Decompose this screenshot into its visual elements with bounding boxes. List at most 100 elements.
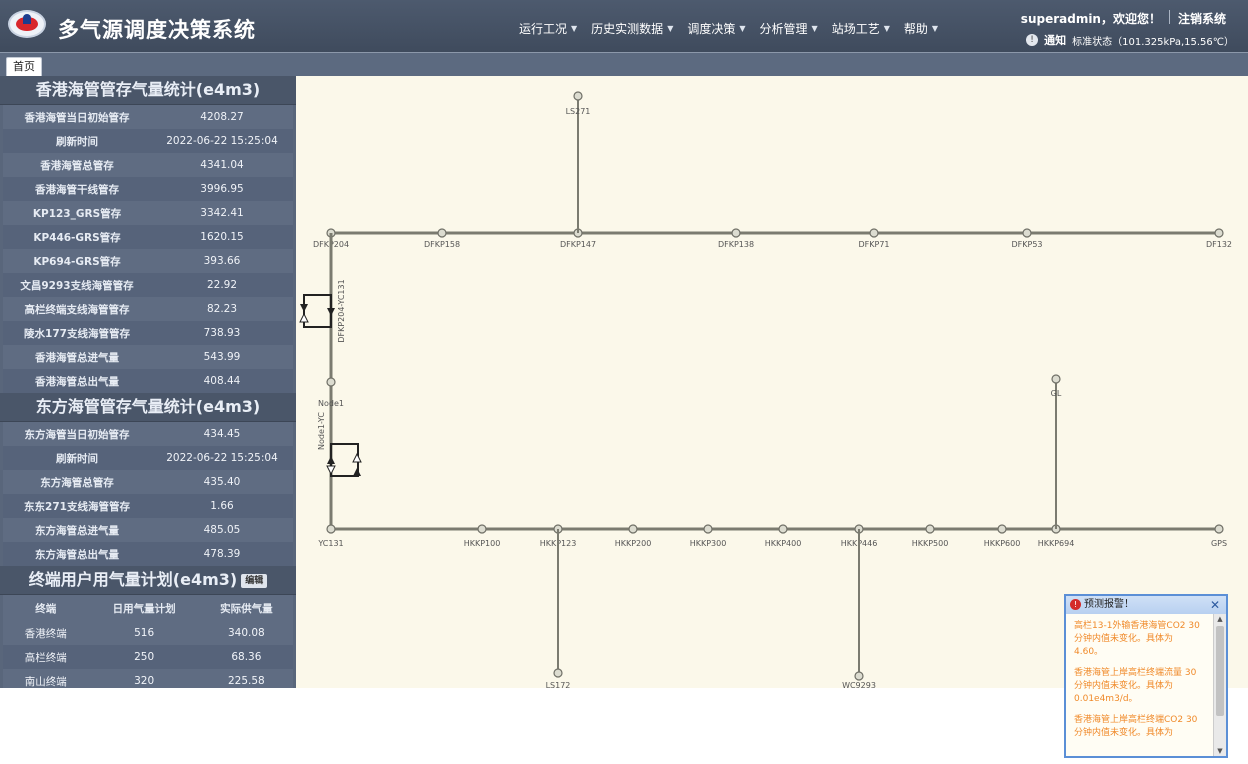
node-label: HKKP200 <box>615 539 652 548</box>
node-ls271[interactable] <box>573 91 583 101</box>
hk-stat-table: 香港海管当日初始管存 4208.27 刷新时间 2022-06-22 15:25:04… <box>3 105 293 393</box>
node-label: DFKP158 <box>424 240 460 249</box>
node-dfkp158[interactable] <box>437 228 447 238</box>
app-header: 多气源调度决策系统 运行工况 ▼ 历史实测数据 ▼ 调度决策 ▼ 分析管理 ▼ 站场工艺… <box>0 0 1248 52</box>
row-value: 82.23 <box>151 297 293 321</box>
row-value: 485.05 <box>151 518 293 542</box>
scroll-thumb[interactable] <box>1216 626 1224 716</box>
node-label: GPS <box>1211 539 1227 548</box>
node-ls172[interactable] <box>553 668 563 678</box>
scroll-up-icon[interactable]: ▲ <box>1214 614 1226 624</box>
user-plan-table: 终端 日用气量计划 实际供气量 香港终端 516 340.08 高栏终端 250 68.3… <box>3 595 293 693</box>
alarm-scrollbar[interactable]: ▲ ▼ <box>1213 614 1226 756</box>
node-hkkp300[interactable] <box>703 524 713 534</box>
alarm-title: 预测报警！ <box>1084 599 1134 610</box>
table-row: 高栏终端支线海管管存 82.23 <box>3 297 293 321</box>
menu-item-analysis[interactable]: 分析管理 ▼ <box>753 20 825 37</box>
valve-icon[interactable] <box>352 452 362 463</box>
row-value: 2022-06-22 15:25:04 <box>151 446 293 470</box>
menu-item-operation[interactable]: 运行工况 ▼ <box>512 20 584 37</box>
alarm-popup: ! 预测报警！ ✕ 高栏13-1外输香港海管CO2 30分钟内值未变化。具体为 … <box>1064 594 1228 758</box>
node-label: HKKP300 <box>690 539 727 548</box>
row-label: 东东271支线海管管存 <box>3 494 151 518</box>
node-dfkp138[interactable] <box>731 228 741 238</box>
table-row: 香港海管总出气量 408.44 <box>3 369 293 393</box>
node-label: GL <box>1051 389 1062 398</box>
tab-bar: 首页 <box>0 52 1248 77</box>
node-gps[interactable] <box>1214 524 1224 534</box>
df-stat-table: 东方海管当日初始管存 434.45 刷新时间 2022-06-22 15:25:04 东… <box>3 422 293 566</box>
row-label: 东方海管当日初始管存 <box>3 422 151 446</box>
node-hkkp200[interactable] <box>628 524 638 534</box>
valve-icon[interactable] <box>326 465 336 476</box>
column-header: 日用气量计划 <box>88 595 200 621</box>
valve-icon[interactable] <box>300 304 308 312</box>
node-hkkp400[interactable] <box>778 524 788 534</box>
node-df132[interactable] <box>1214 228 1224 238</box>
edit-button[interactable]: 编辑 <box>241 573 268 588</box>
valve-icon[interactable] <box>327 308 335 316</box>
row-value: 3996.95 <box>151 177 293 201</box>
menu-item-station-process[interactable]: 站场工艺 ▼ <box>825 20 897 37</box>
table-cell: 516 <box>88 621 200 645</box>
node-node1[interactable] <box>326 377 336 387</box>
notice-link[interactable]: 通知 <box>1044 32 1066 48</box>
bell-icon[interactable]: ! <box>1026 34 1039 46</box>
table-row: 陵水177支线海管管存 738.93 <box>3 321 293 345</box>
table-row: 香港海管总进气量 543.99 <box>3 345 293 369</box>
row-label: 刷新时间 <box>3 446 151 470</box>
row-label: 刷新时间 <box>3 129 151 153</box>
row-value: 1620.15 <box>151 225 293 249</box>
row-value: 543.99 <box>151 345 293 369</box>
node-yc131[interactable] <box>326 524 336 534</box>
table-row: 东方海管当日初始管存 434.45 <box>3 422 293 446</box>
close-icon[interactable]: ✕ <box>1210 596 1220 614</box>
table-row: KP123_GRS管存 3342.41 <box>3 201 293 225</box>
node-wc9293[interactable] <box>854 671 864 681</box>
alarm-message: 高栏13-1外输香港海管CO2 30分钟内值未变化。具体为 4.60。 <box>1074 621 1200 657</box>
df-panel-title: 东方海管管存气量统计(e4m3) <box>0 393 296 422</box>
menu-item-dispatch[interactable]: 调度决策 ▼ <box>680 20 752 37</box>
row-label: 高栏终端支线海管管存 <box>3 297 151 321</box>
hk-panel-title: 香港海管管存气量统计(e4m3) <box>0 76 296 105</box>
menu-label: 帮助 <box>903 22 928 36</box>
table-row: KP694-GRS管存 393.66 <box>3 249 293 273</box>
node-hkkp100[interactable] <box>477 524 487 534</box>
node-hkkp500[interactable] <box>925 524 935 534</box>
alarm-icon: ! <box>1070 599 1081 610</box>
user-greeting: superadmin，欢迎您！ <box>1020 12 1161 26</box>
user-panel-title-text: 终端用户用气量计划(e4m3) <box>28 570 238 589</box>
chevron-down-icon: ▼ <box>571 24 578 33</box>
menu-label: 调度决策 <box>687 22 736 36</box>
row-label: 东方海管总进气量 <box>3 518 151 542</box>
logout-link[interactable]: 注销系统 <box>1178 10 1226 27</box>
scroll-down-icon[interactable]: ▼ <box>1214 746 1226 756</box>
table-row: 香港终端 516 340.08 <box>3 621 293 645</box>
alarm-header: ! 预测报警！ ✕ <box>1066 596 1226 614</box>
valve-icon[interactable] <box>299 312 309 323</box>
table-cell: 340.08 <box>199 621 293 645</box>
table-row: 香港海管当日初始管存 4208.27 <box>3 105 293 129</box>
status-area: ! 通知 标准状态（101.325kPa,15.56℃） <box>1026 32 1234 48</box>
node-gl[interactable] <box>1051 374 1061 384</box>
tab-home[interactable]: 首页 <box>6 57 42 76</box>
valve-icon[interactable] <box>353 468 361 476</box>
row-label: KP446-GRS管存 <box>3 225 151 249</box>
standard-state-text: 标准状态（101.325kPa,15.56℃） <box>1072 36 1234 48</box>
node-label: LS172 <box>546 681 571 688</box>
row-value: 434.45 <box>151 422 293 446</box>
row-value: 3342.41 <box>151 201 293 225</box>
menu-item-help[interactable]: 帮助 ▼ <box>897 20 945 37</box>
row-label: 文昌9293支线海管管存 <box>3 273 151 297</box>
node-dfkp53[interactable] <box>1022 228 1032 238</box>
valve-icon[interactable] <box>327 456 335 464</box>
row-label: 香港海管当日初始管存 <box>3 105 151 129</box>
row-value: 4208.27 <box>151 105 293 129</box>
app-title: 多气源调度决策系统 <box>58 18 256 42</box>
node-hkkp600[interactable] <box>997 524 1007 534</box>
row-label: 香港海管总进气量 <box>3 345 151 369</box>
row-label: 陵水177支线海管管存 <box>3 321 151 345</box>
main-menu: 运行工况 ▼ 历史实测数据 ▼ 调度决策 ▼ 分析管理 ▼ 站场工艺 ▼ 帮助 ▼ <box>512 20 945 37</box>
node-dfkp71[interactable] <box>869 228 879 238</box>
menu-item-history-data[interactable]: 历史实测数据 ▼ <box>584 20 680 37</box>
